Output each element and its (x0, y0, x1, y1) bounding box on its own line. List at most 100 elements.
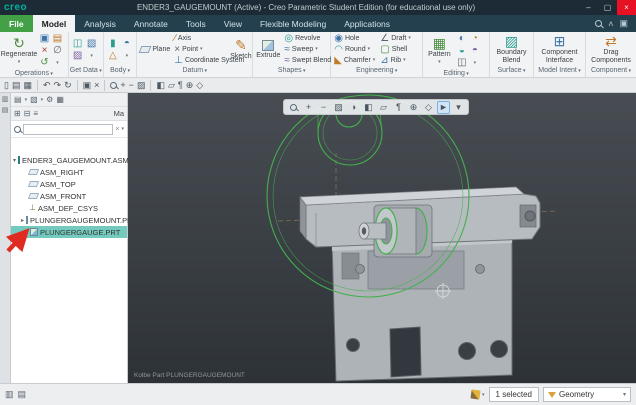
tab-file[interactable]: File (0, 15, 33, 32)
drag-components-button[interactable]: ⇄ Drag Components (588, 33, 634, 66)
tree-item-asm-front[interactable]: ASM_FRONT (11, 190, 127, 202)
tab-annotate[interactable]: Annotate (125, 15, 177, 32)
command-search-icon[interactable] (595, 20, 602, 27)
tree-item-plungergaugemount[interactable]: ▸ PLUNGERGAUGEMOUNT.PRT (11, 214, 127, 226)
group-label-shapes[interactable]: Shapes (253, 67, 330, 77)
offset-icon[interactable]: ◫ (457, 58, 466, 68)
tree-item-plungergauge[interactable]: ▸ PLUNGERGAUGE.PRT (11, 226, 127, 238)
vp-zoom-out-icon[interactable]: − (317, 101, 330, 114)
tree-settings-icon[interactable]: ⚙ (46, 95, 53, 104)
vp-annotation-display-icon[interactable]: ¶ (392, 101, 405, 114)
get-data-more-icon[interactable]: ▾ (90, 53, 93, 59)
perspective-icon[interactable]: ◇ (196, 80, 203, 91)
folder-browser-strip-icon[interactable]: ▤ (2, 106, 9, 114)
copy-geometry-icon[interactable]: ▧ (87, 39, 96, 49)
editing-more-icon[interactable]: ▾ (474, 60, 477, 66)
vp-show-datums-icon[interactable]: ▱ (377, 101, 390, 114)
tree-search-clear-icon[interactable]: × (115, 126, 119, 133)
user-defined-feature-icon[interactable]: ◫ (73, 39, 82, 49)
merge-icon[interactable]: ◒ (459, 46, 465, 56)
browser-toggle-icon[interactable]: ▤ (18, 389, 27, 400)
model-tree-tab-icon[interactable]: ▤ (14, 95, 22, 104)
group-label-editing[interactable]: Editing (423, 70, 489, 77)
vp-display-style-icon[interactable]: ◧ (362, 101, 375, 114)
intersect-icon[interactable]: ◓ (472, 46, 478, 56)
navigator-toggle-icon[interactable]: ▥ (5, 389, 14, 400)
body-more-icon[interactable]: ▾ (126, 53, 129, 59)
tree-item-asm-def-csys[interactable]: ⊥ ASM_DEF_CSYS (11, 202, 127, 214)
suppress-icon[interactable]: ∅ (53, 46, 62, 56)
tab-flexible-modeling[interactable]: Flexible Modeling (251, 15, 335, 32)
boolean-operations-icon[interactable]: ◓ (124, 39, 130, 49)
close-button[interactable]: × (617, 0, 636, 15)
tree-search-icon[interactable] (14, 126, 21, 133)
repaint-icon[interactable]: ▨ (137, 80, 146, 91)
graphics-area[interactable]: + − ▨ ◑ ◧ ▱ ¶ ⊕ ◇ ► ▾ Kolbe Part PLUNGER… (128, 93, 636, 383)
save-icon[interactable]: ▦ (23, 80, 32, 91)
open-icon[interactable]: ▤ (12, 80, 21, 91)
group-label-surface[interactable]: Surface (490, 67, 533, 77)
tree-show-icon[interactable]: ▦ (56, 95, 64, 104)
annotation-display-icon[interactable]: ¶ (178, 80, 183, 90)
undo-icon[interactable]: ↶ (43, 80, 51, 91)
shell-button[interactable]: ▢ Shell (379, 45, 419, 55)
zoom-out-icon[interactable]: − (129, 80, 134, 90)
tree-item-asm-right[interactable]: ASM_RIGHT (11, 166, 127, 178)
delete-icon[interactable]: × (42, 46, 48, 56)
operations-more-icon[interactable]: ▾ (56, 60, 59, 66)
group-label-engineering[interactable]: Engineering (331, 67, 422, 77)
refit-icon[interactable] (110, 82, 117, 89)
pattern-button[interactable]: ▦ Pattern ▾ (425, 33, 453, 69)
vp-shading-style-icon[interactable]: ◑ (347, 101, 360, 114)
tab-applications[interactable]: Applications (335, 15, 399, 32)
shrinkwrap-icon[interactable]: ▨ (73, 51, 82, 61)
resume-icon[interactable]: ↺ (40, 58, 48, 68)
axis-button[interactable]: ∕ Axis (173, 34, 227, 44)
point-button[interactable]: × Point ▾ (173, 45, 227, 55)
group-label-body[interactable]: Body (104, 67, 136, 77)
model-tree-strip-icon[interactable]: ▥ (2, 95, 9, 103)
hole-button[interactable]: ◉ Hole (333, 34, 377, 44)
spin-center-icon[interactable]: ⊕ (186, 80, 194, 91)
tree-search-input[interactable] (23, 124, 113, 135)
coordinate-system-button[interactable]: ⊥ Coordinate System (173, 56, 227, 66)
rib-button[interactable]: ⊿ Rib ▾ (379, 56, 419, 66)
selection-filter-combo[interactable]: Geometry ▾ (543, 387, 631, 402)
expand-all-icon[interactable]: ⊞ (14, 109, 21, 118)
display-style-icon[interactable]: ◧ (156, 80, 165, 91)
group-label-model-intent[interactable]: Model Intent (534, 67, 585, 77)
new-icon[interactable]: ▯ (4, 80, 9, 91)
component-interface-button[interactable]: ⊞ Component Interface (536, 33, 583, 66)
tree-list-icon[interactable]: ≡ (33, 109, 38, 118)
boundary-blend-button[interactable]: ▨ Boundary Blend (492, 33, 531, 66)
trim-icon[interactable]: ◔ (472, 34, 478, 44)
vp-more-icon[interactable]: ▾ (452, 101, 465, 114)
sweep-button[interactable]: ≈ Sweep ▾ (283, 45, 329, 55)
vp-perspective-icon[interactable]: ◇ (422, 101, 435, 114)
minimize-ribbon-icon[interactable]: ˄ (608, 19, 613, 29)
tab-tools[interactable]: Tools (177, 15, 215, 32)
collapse-all-icon[interactable]: ⊟ (24, 109, 31, 118)
revolve-button[interactable]: ◎ Revolve (283, 34, 329, 44)
maximize-button[interactable]: ▢ (598, 0, 617, 15)
datum-display-filters-icon[interactable]: ▱ (168, 80, 175, 91)
vp-zoom-in-icon[interactable]: + (302, 101, 315, 114)
regenerate-quick-icon[interactable]: ↻ (64, 80, 72, 91)
regenerate-button[interactable]: ↻ Regenerate ▾ (2, 33, 36, 69)
mirror-icon[interactable]: ◐ (459, 34, 465, 44)
vp-refit-icon[interactable] (290, 104, 297, 111)
round-button[interactable]: ◠ Round ▾ (333, 45, 377, 55)
minimize-button[interactable]: – (579, 0, 598, 15)
windows-icon[interactable]: ▣ (83, 80, 92, 91)
window-switch-icon[interactable]: ▣ (619, 18, 628, 29)
plane-button[interactable]: Plane (139, 46, 171, 54)
chamfer-button[interactable]: ◣ Chamfer ▾ (333, 56, 377, 66)
new-body-icon[interactable]: ▮ (110, 39, 116, 49)
vp-select-mode-icon[interactable]: ► (437, 101, 450, 114)
tree-item-asm-top[interactable]: ASM_TOP (11, 178, 127, 190)
paste-icon[interactable]: ▤ (53, 34, 62, 44)
swept-blend-button[interactable]: ≈ Swept Blend (283, 56, 329, 66)
appearance-button[interactable]: ▾ (471, 390, 485, 399)
tree-search-dropdown-icon[interactable]: ▾ (121, 126, 124, 132)
close-window-icon[interactable]: × (94, 80, 99, 90)
